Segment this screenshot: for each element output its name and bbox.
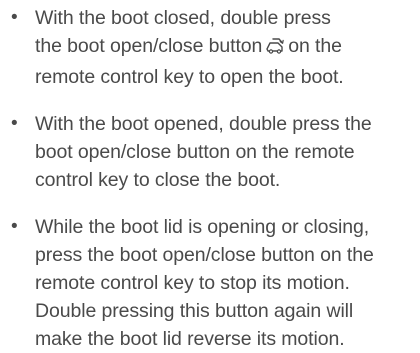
instruction-text: the boot open/close button <box>35 35 263 57</box>
bullet: • <box>11 216 18 237</box>
instruction-line: While the boot lid is opening or closing… <box>35 216 370 238</box>
instruction-item: • With the boot closed, double press the… <box>0 4 420 91</box>
instruction-item: • While the boot lid is opening or closi… <box>0 213 420 353</box>
instruction-line: With the boot closed, double press <box>35 7 331 29</box>
instruction-line: make the boot lid reverse its motion. <box>35 328 345 350</box>
instruction-line: press the boot open/close button on the <box>35 244 374 266</box>
bullet: • <box>11 113 18 134</box>
instruction-line: With the boot opened, double press the <box>35 113 372 135</box>
instruction-list: • With the boot closed, double press the… <box>0 4 420 353</box>
instruction-line: remote control key to open the boot. <box>35 66 344 88</box>
instruction-text: on the <box>288 35 342 57</box>
instruction-line: remote control key to stop its motion. <box>35 272 350 294</box>
instruction-line: Double pressing this button again will <box>35 300 354 322</box>
instruction-line: control key to close the boot. <box>35 169 281 191</box>
bullet: • <box>11 7 18 28</box>
instruction-line: boot open/close button on the remote <box>35 141 355 163</box>
boot-open-close-icon <box>265 35 285 63</box>
instruction-item: • With the boot opened, double press the… <box>0 110 420 194</box>
instruction-line: the boot open/close button on the <box>35 32 414 63</box>
